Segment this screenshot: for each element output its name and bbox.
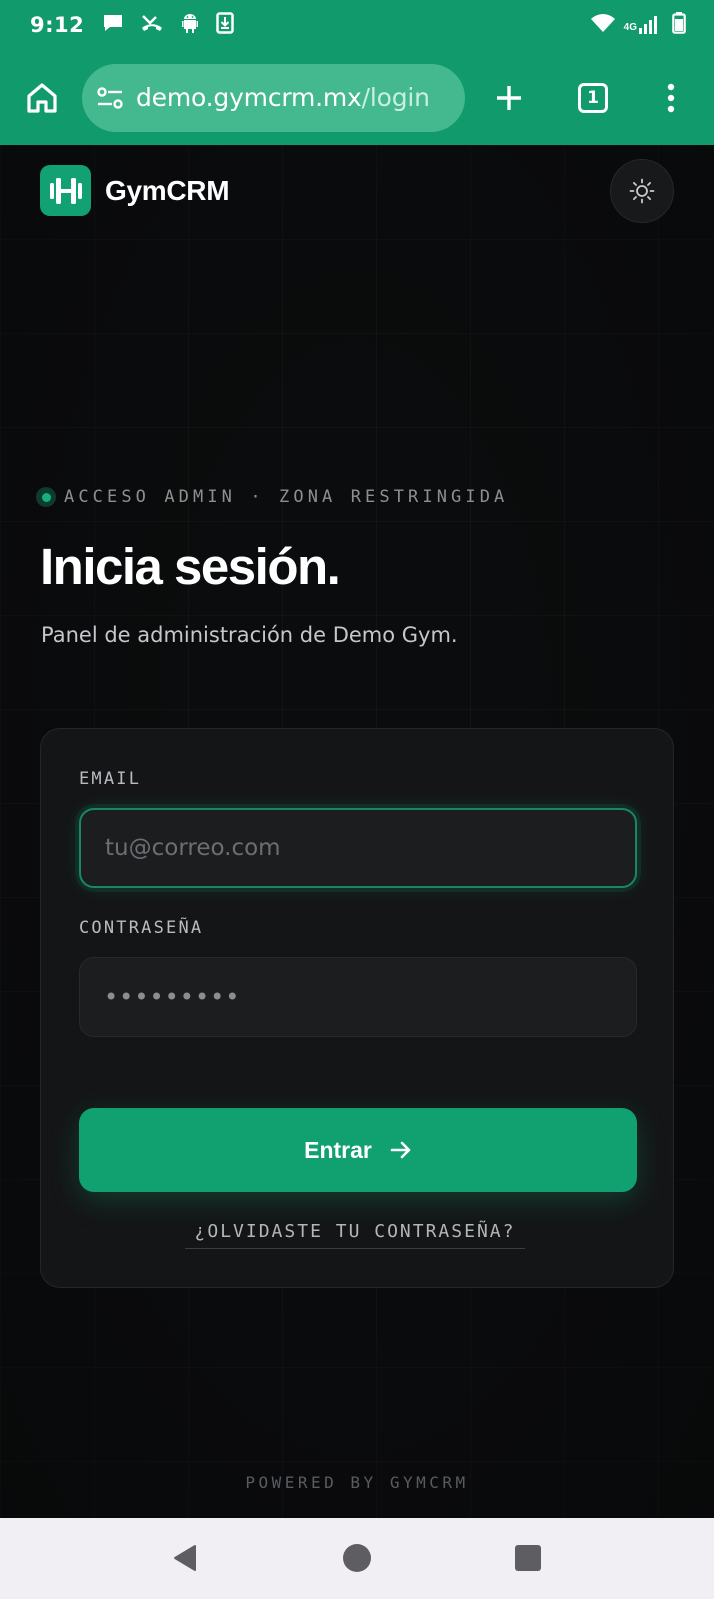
- password-label: CONTRASEÑA: [79, 918, 204, 938]
- login-form-card: EMAIL CONTRASEÑA ••••••••• Entrar ¿OLVID…: [40, 728, 674, 1288]
- missed-call-icon: [140, 13, 164, 38]
- brand[interactable]: GymCRM: [40, 165, 230, 216]
- url-text: demo.gymcrm.mx/login: [136, 83, 430, 112]
- recents-button[interactable]: [498, 1528, 558, 1588]
- android-icon: [180, 12, 200, 39]
- submit-button[interactable]: Entrar: [79, 1108, 637, 1192]
- brand-name: GymCRM: [105, 174, 230, 206]
- site-settings-icon[interactable]: [96, 86, 124, 110]
- new-tab-button[interactable]: [487, 76, 531, 120]
- back-button[interactable]: [155, 1528, 215, 1588]
- message-icon: [102, 13, 124, 38]
- network-type-label: 4G: [623, 22, 637, 33]
- back-triangle-icon: [174, 1545, 196, 1571]
- arrow-right-icon: [390, 1140, 412, 1160]
- battery-icon: [672, 11, 686, 39]
- email-label: EMAIL: [79, 769, 142, 789]
- page-title: Inicia sesión.: [40, 538, 341, 595]
- status-system-icons: 4G: [590, 11, 686, 39]
- home-button[interactable]: [327, 1528, 387, 1588]
- powered-by-footer: POWERED BY GYMCRM: [245, 1473, 469, 1492]
- recents-square-icon: [515, 1545, 541, 1571]
- dumbbell-logo-icon: [40, 165, 91, 216]
- browser-menu-button[interactable]: [649, 76, 693, 120]
- url-bar[interactable]: demo.gymcrm.mx/login: [82, 63, 465, 132]
- tab-count: 1: [578, 82, 608, 113]
- url-path: /login: [361, 83, 430, 112]
- submit-label: Entrar: [304, 1136, 372, 1163]
- wifi-icon: [590, 13, 616, 38]
- eyebrow-text: ACCESO ADMIN · ZONA RESTRINGIDA: [64, 487, 509, 507]
- forgot-password-link[interactable]: ¿OLVIDASTE TU CONTRASEÑA?: [185, 1221, 525, 1249]
- email-input[interactable]: [79, 808, 637, 888]
- status-notification-icons: [102, 11, 234, 39]
- login-page: GymCRM ACCESO ADMIN · ZONA RESTRINGIDA I…: [0, 145, 714, 1518]
- access-eyebrow: ACCESO ADMIN · ZONA RESTRINGIDA: [36, 487, 508, 507]
- status-dot-icon: [36, 487, 56, 507]
- password-value: •••••••••: [104, 983, 241, 1011]
- browser-toolbar: demo.gymcrm.mx/login 1: [0, 50, 714, 145]
- download-icon: [216, 11, 234, 39]
- status-bar: 9:12 4G: [0, 0, 714, 50]
- system-navigation-bar: [0, 1518, 714, 1599]
- status-time: 9:12: [30, 13, 85, 37]
- home-circle-icon: [343, 1544, 371, 1572]
- theme-toggle-button[interactable]: [610, 159, 674, 223]
- page-subtitle: Panel de administración de Demo Gym.: [41, 623, 458, 647]
- tab-switcher-button[interactable]: 1: [571, 76, 615, 120]
- signal-icon: 4G: [624, 15, 658, 35]
- sun-icon: [629, 178, 655, 204]
- more-vertical-icon: [667, 83, 675, 112]
- password-input[interactable]: •••••••••: [79, 957, 637, 1037]
- home-icon: [27, 82, 57, 113]
- url-host: demo.gymcrm.mx: [136, 83, 362, 112]
- browser-home-button[interactable]: [22, 78, 62, 118]
- plus-icon: [497, 85, 521, 110]
